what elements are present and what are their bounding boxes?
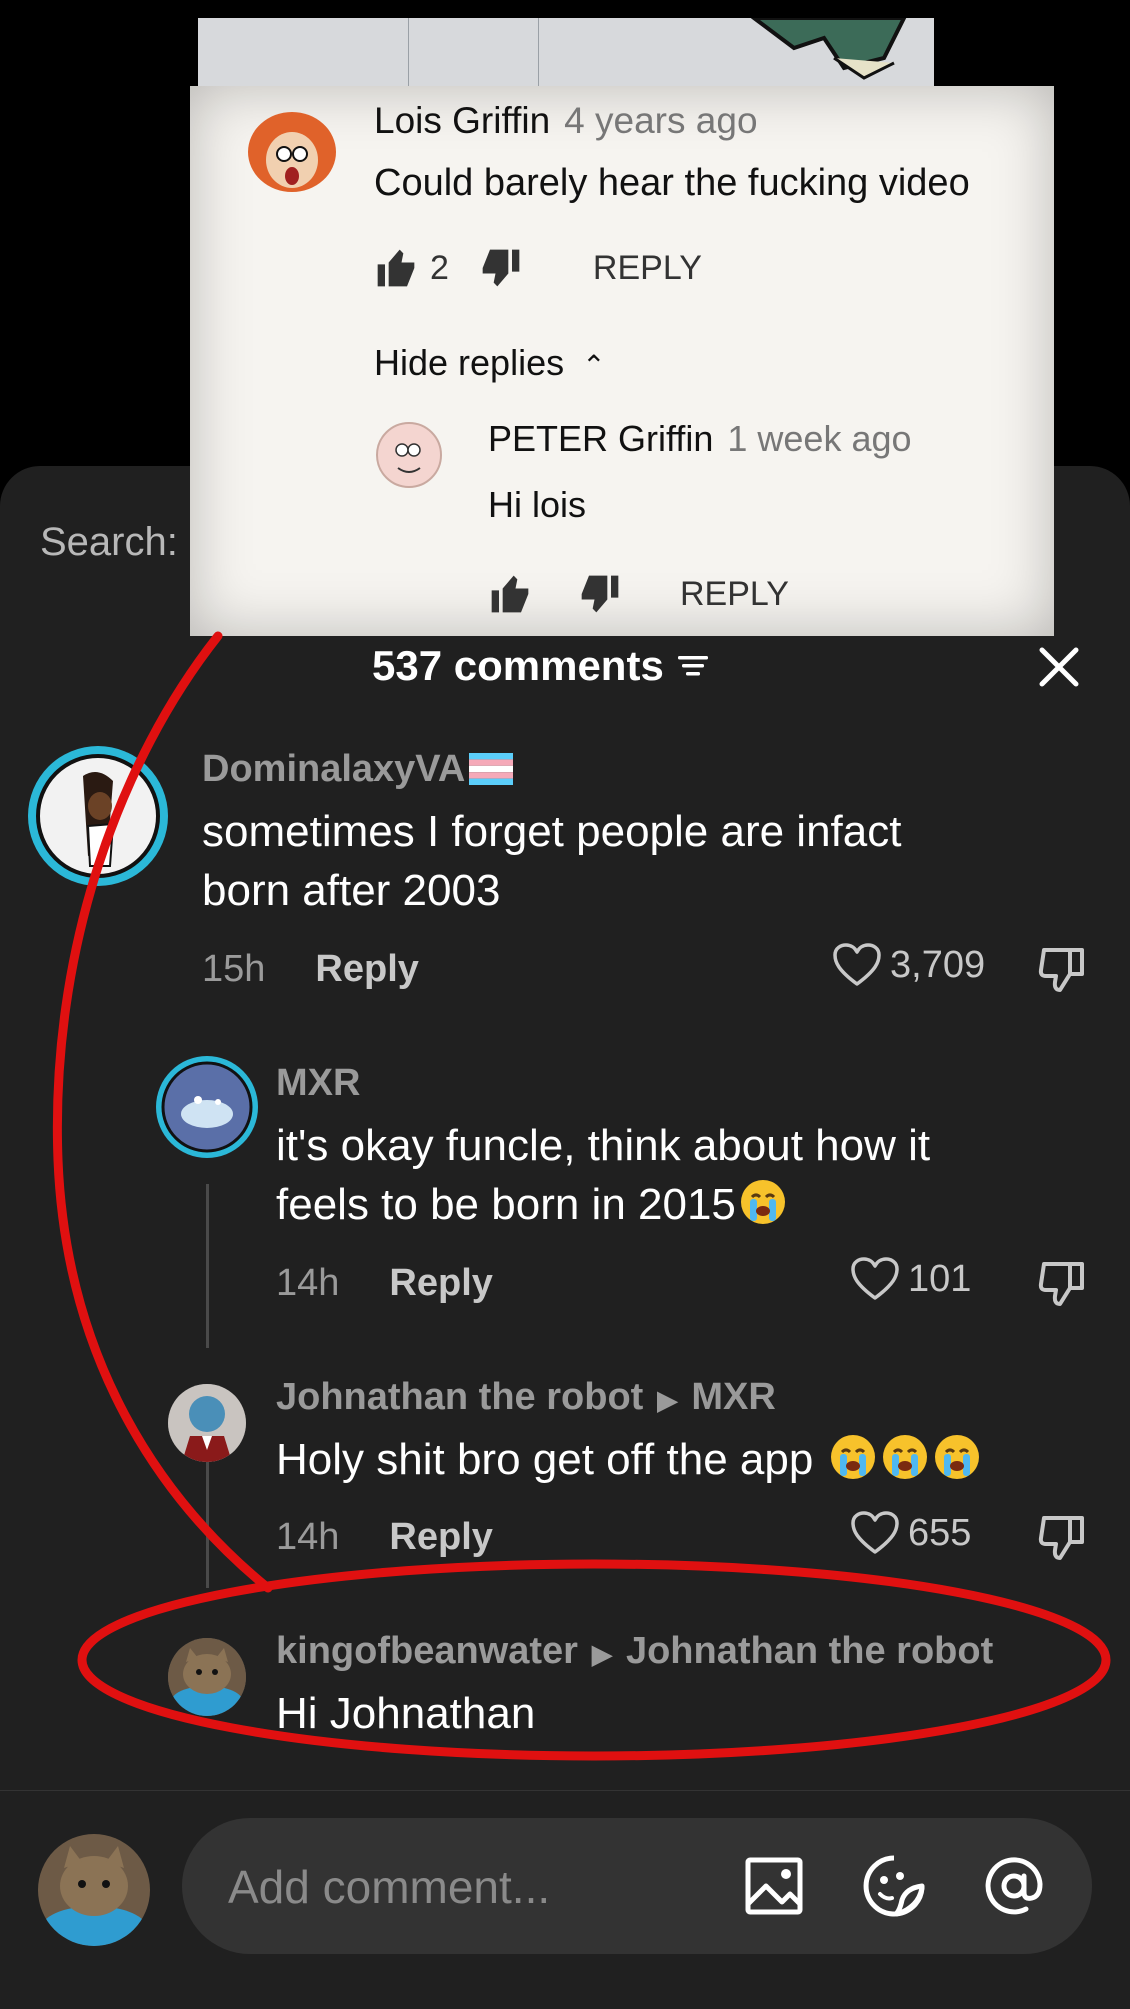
dislike-icon[interactable] [1036, 944, 1088, 996]
chevron-up-icon: ⌃ [582, 350, 606, 381]
comment-meta: 14h Reply [276, 1516, 493, 1559]
thumbs-up-icon [377, 249, 415, 287]
yt-reply-header: PETER Griffin 1 week ago [488, 418, 912, 460]
comment-text: Hi Johnathan [276, 1689, 536, 1738]
comment-username[interactable]: DominalaxyVA [202, 748, 514, 791]
crying-face-emoji [934, 1435, 979, 1479]
yt-comment-text: Could barely hear the fucking video [374, 162, 970, 204]
yt-comment-actions: 2 REPLY [374, 246, 702, 290]
reply-arrow-icon: ▶ [591, 1639, 612, 1669]
add-comment-input[interactable] [226, 1856, 710, 1918]
yt-reply-text: Hi lois [488, 484, 587, 525]
trans-flag-icon [469, 753, 514, 785]
yt-like-count: 2 [430, 248, 449, 287]
thread-line [206, 1184, 209, 1348]
yt-reply-actions: REPLY [488, 572, 789, 616]
comment-text-line-wrap: feels to be born in 2015 [276, 1175, 930, 1234]
like-button[interactable]: 3,709 [832, 942, 985, 988]
comment-meta: 14h Reply [276, 1262, 493, 1305]
heart-icon [851, 1257, 899, 1300]
dislike-icon[interactable] [1036, 1512, 1088, 1564]
yt-comment-author: Lois Griffin [374, 100, 551, 141]
comments-sheet [0, 466, 1130, 2008]
comment-text-line: sometimes I forget people are infact [202, 807, 902, 856]
avatar[interactable] [168, 1638, 246, 1716]
johnathan-avatar-image [168, 1384, 246, 1462]
yt-reply-author: PETER Griffin [488, 418, 714, 459]
comments-count: 537 comments [372, 642, 664, 689]
yt-reply-button: REPLY [680, 574, 789, 613]
my-avatar[interactable] [38, 1834, 150, 1946]
filter-icon[interactable] [676, 651, 710, 681]
reply-to-username[interactable]: MXR [691, 1376, 775, 1418]
like-button[interactable]: 655 [850, 1510, 971, 1556]
thumbs-up-icon [491, 575, 529, 613]
comment-text-line: born after 2003 [202, 866, 501, 915]
lois-avatar [248, 112, 336, 192]
close-icon[interactable] [1036, 644, 1082, 690]
username-text: Johnathan the robot [276, 1376, 644, 1418]
like-count: 101 [908, 1257, 972, 1300]
username-text: DominalaxyVA [202, 748, 466, 790]
comment-time: 15h [202, 948, 266, 990]
yt-comment-age: 4 years ago [564, 100, 758, 141]
reply-button[interactable]: Reply [389, 1262, 492, 1304]
comment-text-line: feels to be born in 2015 [276, 1180, 736, 1229]
yt-reply-button: REPLY [592, 248, 702, 287]
reply-button[interactable]: Reply [389, 1516, 492, 1558]
embedded-youtube-screenshot: Lois Griffin 4 years ago Could barely hea… [190, 86, 1054, 636]
comment-text: it's okay funcle, think about how it fee… [276, 1116, 930, 1234]
comment-text-line: it's okay funcle, think about how it [276, 1121, 931, 1170]
comment-username[interactable]: MXR [276, 1062, 360, 1105]
comment-text: Holy shit bro get off the app [276, 1430, 982, 1489]
comment-text: sometimes I forget people are infact bor… [202, 802, 901, 920]
peter-avatar [376, 422, 442, 488]
avatar[interactable] [156, 1056, 258, 1158]
like-count: 655 [908, 1511, 972, 1554]
crying-face-emoji [740, 1180, 785, 1224]
thumbs-down-icon [581, 575, 619, 613]
reply-button[interactable]: Reply [315, 948, 418, 990]
crying-face-emoji [882, 1435, 927, 1479]
comment-username[interactable]: Johnathan the robot ▶ MXR [276, 1376, 776, 1419]
search-label: Search: [40, 520, 178, 564]
sticker-icon[interactable] [862, 1854, 926, 1918]
yt-hide-replies: Hide replies ⌃ [374, 342, 606, 384]
avatar[interactable] [168, 1384, 246, 1462]
reply-arrow-icon: ▶ [657, 1385, 678, 1415]
comment-time: 14h [276, 1262, 340, 1304]
my-avatar-image [38, 1834, 150, 1946]
like-count: 3,709 [890, 943, 986, 986]
heart-icon [833, 943, 881, 986]
dominalaxy-avatar-image [36, 754, 160, 878]
crying-face-emoji [830, 1435, 875, 1479]
reply-to-username[interactable]: Johnathan the robot [626, 1630, 993, 1672]
comment-text-line: Holy shit bro get off the app [276, 1435, 814, 1484]
heart-icon [851, 1511, 899, 1554]
mxr-avatar-image [161, 1061, 253, 1153]
yt-comment-header: Lois Griffin 4 years ago [374, 100, 758, 142]
like-button[interactable]: 101 [850, 1256, 971, 1302]
yt-hide-replies-label: Hide replies [374, 342, 565, 383]
kingofbeanwater-avatar-image [168, 1638, 246, 1716]
yt-reply-age: 1 week ago [727, 418, 912, 459]
comment-input-container [182, 1818, 1092, 1954]
dislike-icon[interactable] [1036, 1258, 1088, 1310]
thumbs-down-icon [482, 249, 520, 287]
comment-time: 14h [276, 1516, 340, 1558]
comment-meta: 15h Reply [202, 948, 419, 991]
image-icon[interactable] [742, 1854, 806, 1918]
thread-line [206, 1440, 209, 1588]
comments-count-header: 537 comments [372, 642, 710, 690]
at-mention-icon[interactable] [982, 1854, 1046, 1918]
username-text: kingofbeanwater [276, 1630, 578, 1672]
avatar[interactable] [28, 746, 168, 886]
comment-username[interactable]: kingofbeanwater ▶ Johnathan the robot [276, 1630, 993, 1673]
